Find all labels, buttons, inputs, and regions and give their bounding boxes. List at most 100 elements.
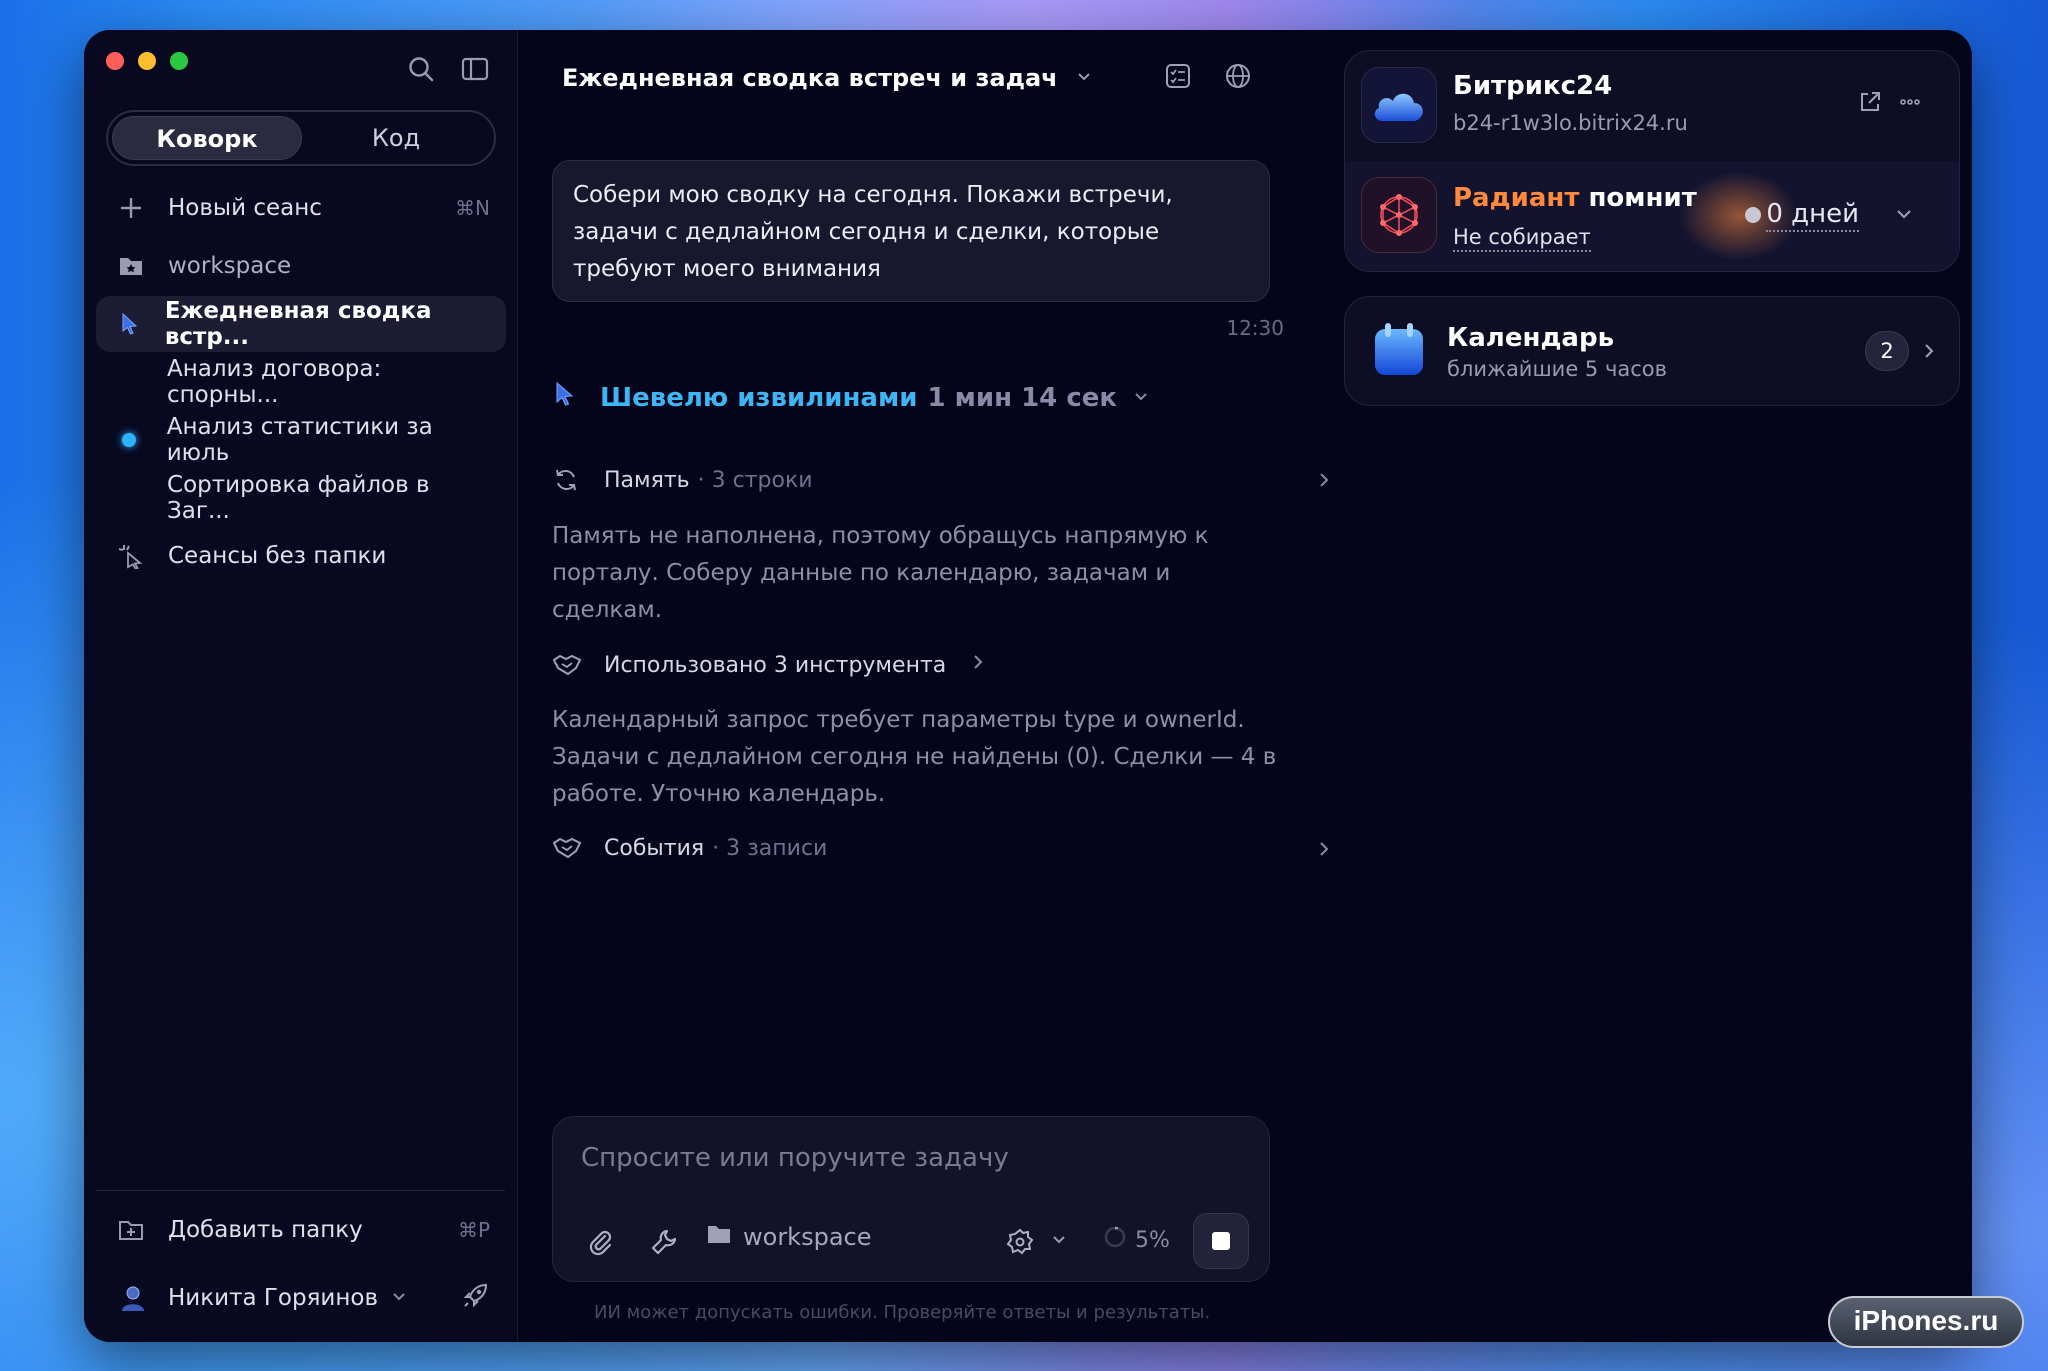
- session-label: Ежедневная сводка встр...: [164, 298, 432, 350]
- sidebar-toggle-icon[interactable]: [460, 54, 490, 84]
- chevron-down-icon[interactable]: [1893, 203, 1915, 229]
- paperclip-icon[interactable]: [585, 1227, 615, 1257]
- active-dot-icon: [122, 433, 136, 447]
- events-label: События: [604, 835, 705, 861]
- session-label: Сеансы без папки: [168, 543, 387, 569]
- zoom-window-button[interactable]: [170, 52, 188, 70]
- checklist-icon[interactable]: [1162, 60, 1194, 92]
- new-session-label: Новый сеанс: [168, 195, 322, 221]
- bitrix-title: Битрикс24: [1453, 71, 1613, 101]
- session-label: Анализ статистики за июль: [166, 414, 433, 466]
- connectors-panel: Битрикс24 b24-r1w3lo.bitrix24.ru Радиант…: [1324, 30, 1972, 1342]
- user-menu[interactable]: Никита Горяинов: [96, 1270, 506, 1326]
- close-window-button[interactable]: [106, 52, 124, 70]
- thinking-label: Шевелю извилинами: [600, 382, 918, 413]
- sidebar-item-july-stats[interactable]: Анализ статистики за июль: [96, 412, 506, 468]
- status-dot-icon: [1745, 207, 1761, 223]
- page-title: Ежедневная сводка встреч и задач: [562, 64, 1058, 92]
- session-label: Анализ договора: спорны...: [166, 356, 382, 408]
- calendar-card[interactable]: Календарь ближайшие 5 часов 2: [1344, 296, 1960, 406]
- bitrix-connector[interactable]: Битрикс24 b24-r1w3lo.bitrix24.ru: [1345, 51, 1959, 161]
- stop-icon: [1212, 1232, 1230, 1250]
- calendar-icon: [1371, 321, 1427, 385]
- tab-code[interactable]: Код: [302, 116, 490, 160]
- radiant-status: Не собирает: [1453, 225, 1591, 252]
- more-icon[interactable]: [1897, 89, 1923, 119]
- add-folder-shortcut: ⌘P: [457, 1218, 490, 1242]
- folder-icon: [707, 1223, 731, 1251]
- chevron-down-icon[interactable]: [1049, 1229, 1073, 1259]
- memory-step[interactable]: Память · 3 строки: [552, 466, 813, 494]
- folder-plus-icon: [118, 1218, 152, 1242]
- plus-icon: [118, 195, 152, 221]
- events-meta: · 3 записи: [712, 835, 828, 861]
- session-list: Новый сеанс ⌘N workspace Ежедневная свод…: [96, 180, 506, 586]
- cloud-icon: [1361, 67, 1437, 143]
- tools-step[interactable]: Использовано 3 инструмента: [552, 650, 988, 680]
- memory-days: 0 дней: [1766, 199, 1859, 232]
- sidebar-divider: [96, 1190, 505, 1191]
- composer: Спросите или поручите задачу workspace 5…: [552, 1116, 1270, 1282]
- handshake-icon: [552, 835, 588, 861]
- app-window: Коворк Код Новый сеанс ⌘N workspace Ежед…: [84, 30, 1972, 1342]
- sparkle-cursor-icon: [118, 543, 152, 569]
- thinking-time: 1 мин 14 сек: [927, 382, 1118, 413]
- workspace-name: workspace: [743, 1223, 872, 1251]
- globe-icon[interactable]: [1222, 60, 1254, 92]
- stop-button[interactable]: [1193, 1213, 1249, 1269]
- sidebar-item-contract-analysis[interactable]: Анализ договора: спорны...: [96, 354, 506, 410]
- rocket-icon[interactable]: [462, 1281, 490, 1315]
- message-timestamp: 12:30: [1226, 316, 1284, 340]
- thinking-header[interactable]: Шевелю извилинами 1 мин 14 сек: [552, 380, 1151, 415]
- calendar-subtitle: ближайшие 5 часов: [1447, 357, 1667, 381]
- disclaimer: ИИ может допускать ошибки. Проверяйте от…: [594, 1302, 1211, 1323]
- sidebar: Коворк Код Новый сеанс ⌘N workspace Ежед…: [84, 30, 518, 1342]
- folder-star-icon: [118, 254, 152, 278]
- bitrix-card: Битрикс24 b24-r1w3lo.bitrix24.ru Радиант…: [1344, 50, 1960, 272]
- cursor-icon: [552, 380, 578, 415]
- sidebar-item-daily-summary[interactable]: Ежедневная сводка встр...: [96, 296, 506, 352]
- tab-cowork[interactable]: Коворк: [112, 116, 302, 160]
- model-settings-icon[interactable]: [1005, 1227, 1035, 1257]
- mode-segmented-control: Коворк Код: [106, 110, 496, 166]
- network-icon: [1361, 177, 1437, 253]
- chevron-right-icon: [968, 650, 988, 680]
- external-link-icon[interactable]: [1857, 89, 1883, 119]
- search-icon[interactable]: [406, 54, 436, 84]
- sidebar-footer: Добавить папку ⌘P Никита Горяинов: [96, 1202, 506, 1328]
- calendar-title: Календарь: [1447, 323, 1615, 353]
- assistant-text-2: Календарный запрос требует параметры typ…: [552, 707, 1277, 807]
- chevron-right-icon: [1919, 339, 1939, 367]
- context-usage: 5%: [1103, 1225, 1170, 1255]
- chevron-down-icon: [1131, 383, 1151, 413]
- memory-label: Память: [604, 467, 690, 493]
- sidebar-item-workspace[interactable]: workspace: [96, 238, 506, 294]
- prompt-input[interactable]: Спросите или поручите задачу: [581, 1143, 1009, 1173]
- session-label: Сортировка файлов в Заг...: [167, 472, 430, 524]
- calendar-count-badge: 2: [1865, 331, 1909, 371]
- cursor-icon: [118, 311, 149, 337]
- events-step[interactable]: События · 3 записи: [552, 835, 827, 861]
- tools-label: Использовано 3 инструмента: [604, 652, 947, 678]
- radiant-memory-row[interactable]: Радиант помнит Не собирает 0 дней: [1345, 161, 1959, 271]
- chevron-down-icon: [390, 1285, 408, 1311]
- chat-title-menu[interactable]: Ежедневная сводка встреч и задач: [562, 64, 1094, 92]
- workspace-selector[interactable]: workspace: [707, 1223, 871, 1251]
- new-session-button[interactable]: Новый сеанс ⌘N: [96, 180, 506, 236]
- radiant-title: Радиант помнит: [1453, 183, 1697, 213]
- wrench-icon[interactable]: [649, 1227, 679, 1257]
- chat-area: Ежедневная сводка встреч и задач Собери …: [518, 30, 1329, 1342]
- sidebar-item-file-sorting[interactable]: Сортировка файлов в Заг...: [96, 470, 506, 526]
- progress-ring-icon: [1103, 1225, 1127, 1255]
- minimize-window-button[interactable]: [138, 52, 156, 70]
- memory-meta: · 3 строки: [697, 467, 813, 493]
- bitrix-url: b24-r1w3lo.bitrix24.ru: [1453, 111, 1688, 135]
- new-session-shortcut: ⌘N: [455, 196, 490, 220]
- window-controls: [106, 52, 188, 70]
- add-folder-label: Добавить папку: [168, 1217, 363, 1243]
- sidebar-item-no-folder[interactable]: Сеансы без папки: [96, 528, 506, 584]
- add-folder-button[interactable]: Добавить папку ⌘P: [96, 1202, 506, 1258]
- sync-icon: [552, 466, 588, 494]
- chevron-down-icon: [1074, 64, 1094, 92]
- watermark-logo: iPhones.ru: [1828, 1296, 2024, 1348]
